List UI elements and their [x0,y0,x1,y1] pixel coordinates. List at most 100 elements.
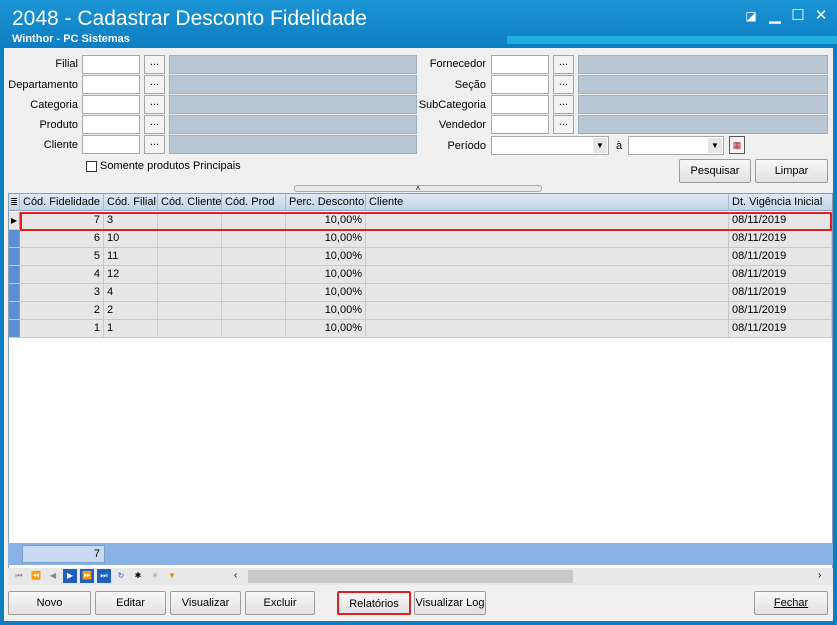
table-row[interactable]: 6 10 10,00% 08/11/2019 [9,230,832,248]
table-cell[interactable]: 1 [104,320,158,338]
table-cell[interactable]: 08/11/2019 [729,212,832,230]
col-cod-filial[interactable]: Cód. Filial [104,194,158,211]
departamento-search-button[interactable]: ... [144,75,165,94]
chevron-down-icon[interactable]: ▼ [593,138,607,153]
table-cell[interactable] [222,212,286,230]
somente-principais-checkbox[interactable] [86,161,97,172]
row-indicator[interactable] [9,248,20,265]
subcategoria-search-button[interactable]: ... [553,95,574,114]
table-cell[interactable]: 1 [20,320,104,338]
secao-input[interactable] [491,75,549,94]
table-cell[interactable] [366,302,729,320]
filial-search-button[interactable]: ... [144,55,165,74]
column-chooser-icon[interactable]: ≣ [9,194,20,211]
next-page-icon[interactable]: ⏩ [80,569,94,583]
table-cell[interactable]: 12 [104,266,158,284]
table-cell[interactable] [158,284,222,302]
table-cell[interactable] [158,320,222,338]
filter-icon[interactable]: ▼ [165,569,179,583]
splitter-collapse-icon[interactable]: ˄ [294,185,542,193]
vendedor-search-button[interactable]: ... [553,115,574,134]
table-cell[interactable]: 08/11/2019 [729,248,832,266]
table-cell[interactable]: 08/11/2019 [729,266,832,284]
calendar-icon[interactable]: ▦ [729,136,745,154]
limpar-button[interactable]: Limpar [755,159,828,183]
table-row[interactable]: 5 11 10,00% 08/11/2019 [9,248,832,266]
next-record-icon[interactable]: ▶ [63,569,77,583]
row-indicator[interactable] [9,302,20,319]
novo-button[interactable]: Novo [8,591,91,615]
periodo-start-date[interactable]: ▼ [491,136,609,155]
vendedor-input[interactable] [491,115,549,134]
current-row-indicator-icon[interactable]: ▶ [9,212,20,229]
editar-button[interactable]: Editar [95,591,166,615]
table-cell[interactable]: 3 [104,212,158,230]
table-cell[interactable] [222,284,286,302]
row-indicator[interactable] [9,230,20,247]
minimize-icon[interactable]: ▁ [767,8,783,24]
table-cell[interactable] [366,320,729,338]
first-page-icon[interactable]: ⏮ [12,569,26,583]
table-cell[interactable] [366,212,729,230]
fornecedor-search-button[interactable]: ... [553,55,574,74]
maximize-icon[interactable]: ☐ [790,8,806,24]
table-cell[interactable] [158,248,222,266]
table-cell[interactable] [366,284,729,302]
clear-filter-icon[interactable]: ✳ [148,569,162,583]
cliente-search-button[interactable]: ... [144,135,165,154]
table-row[interactable]: 2 2 10,00% 08/11/2019 [9,302,832,320]
table-row[interactable]: 4 12 10,00% 08/11/2019 [9,266,832,284]
last-page-icon[interactable]: ⏭ [97,569,111,583]
prev-page-icon[interactable]: ⏪ [29,569,43,583]
filial-input[interactable] [82,55,140,74]
prev-record-icon[interactable]: ◀ [46,569,60,583]
visualizar-button[interactable]: Visualizar [170,591,241,615]
table-cell[interactable] [366,248,729,266]
col-cliente[interactable]: Cliente [366,194,729,211]
table-cell[interactable]: 11 [104,248,158,266]
subcategoria-input[interactable] [491,95,549,114]
categoria-search-button[interactable]: ... [144,95,165,114]
scroll-right-icon[interactable]: › [818,570,828,582]
produto-input[interactable] [82,115,140,134]
fornecedor-input[interactable] [491,55,549,74]
table-cell[interactable]: 3 [20,284,104,302]
row-indicator[interactable] [9,266,20,283]
fechar-button[interactable]: Fechar [754,591,828,615]
table-cell[interactable] [222,302,286,320]
cliente-input[interactable] [82,135,140,154]
table-cell[interactable]: 2 [104,302,158,320]
col-perc-desconto[interactable]: Perc. Desconto [286,194,366,211]
table-cell[interactable]: 10 [104,230,158,248]
table-row[interactable]: 1 1 10,00% 08/11/2019 [9,320,832,338]
table-cell[interactable]: 2 [20,302,104,320]
col-cod-cliente[interactable]: Cód. Cliente [158,194,222,211]
table-cell[interactable]: 10,00% [286,212,366,230]
table-cell[interactable]: 4 [20,266,104,284]
categoria-input[interactable] [82,95,140,114]
table-cell[interactable] [222,266,286,284]
table-cell[interactable] [158,230,222,248]
close-icon[interactable]: ✕ [813,8,829,24]
table-row[interactable]: ▶ 7 3 10,00% 08/11/2019 [9,212,832,230]
table-cell[interactable]: 10,00% [286,230,366,248]
refresh-icon[interactable]: ↻ [114,569,128,583]
produto-search-button[interactable]: ... [144,115,165,134]
table-cell[interactable]: 08/11/2019 [729,302,832,320]
horizontal-scrollbar-thumb[interactable] [248,570,573,583]
visualizar-log-button[interactable]: Visualizar Log [414,591,486,615]
table-cell[interactable] [158,302,222,320]
col-dt-vigencia-inicial[interactable]: Dt. Vigência Inicial [729,194,832,211]
table-cell[interactable]: 08/11/2019 [729,284,832,302]
table-cell[interactable]: 08/11/2019 [729,320,832,338]
restore-edit-icon[interactable]: ◪ [743,8,759,24]
relatorios-button[interactable]: Relatórios [337,591,411,615]
row-indicator[interactable] [9,284,20,301]
asterisk-icon[interactable]: ✱ [131,569,145,583]
scroll-left-icon[interactable]: ‹ [234,570,244,582]
row-indicator[interactable] [9,320,20,337]
table-cell[interactable] [158,266,222,284]
table-cell[interactable] [222,248,286,266]
table-row[interactable]: 3 4 10,00% 08/11/2019 [9,284,832,302]
table-cell[interactable] [158,212,222,230]
